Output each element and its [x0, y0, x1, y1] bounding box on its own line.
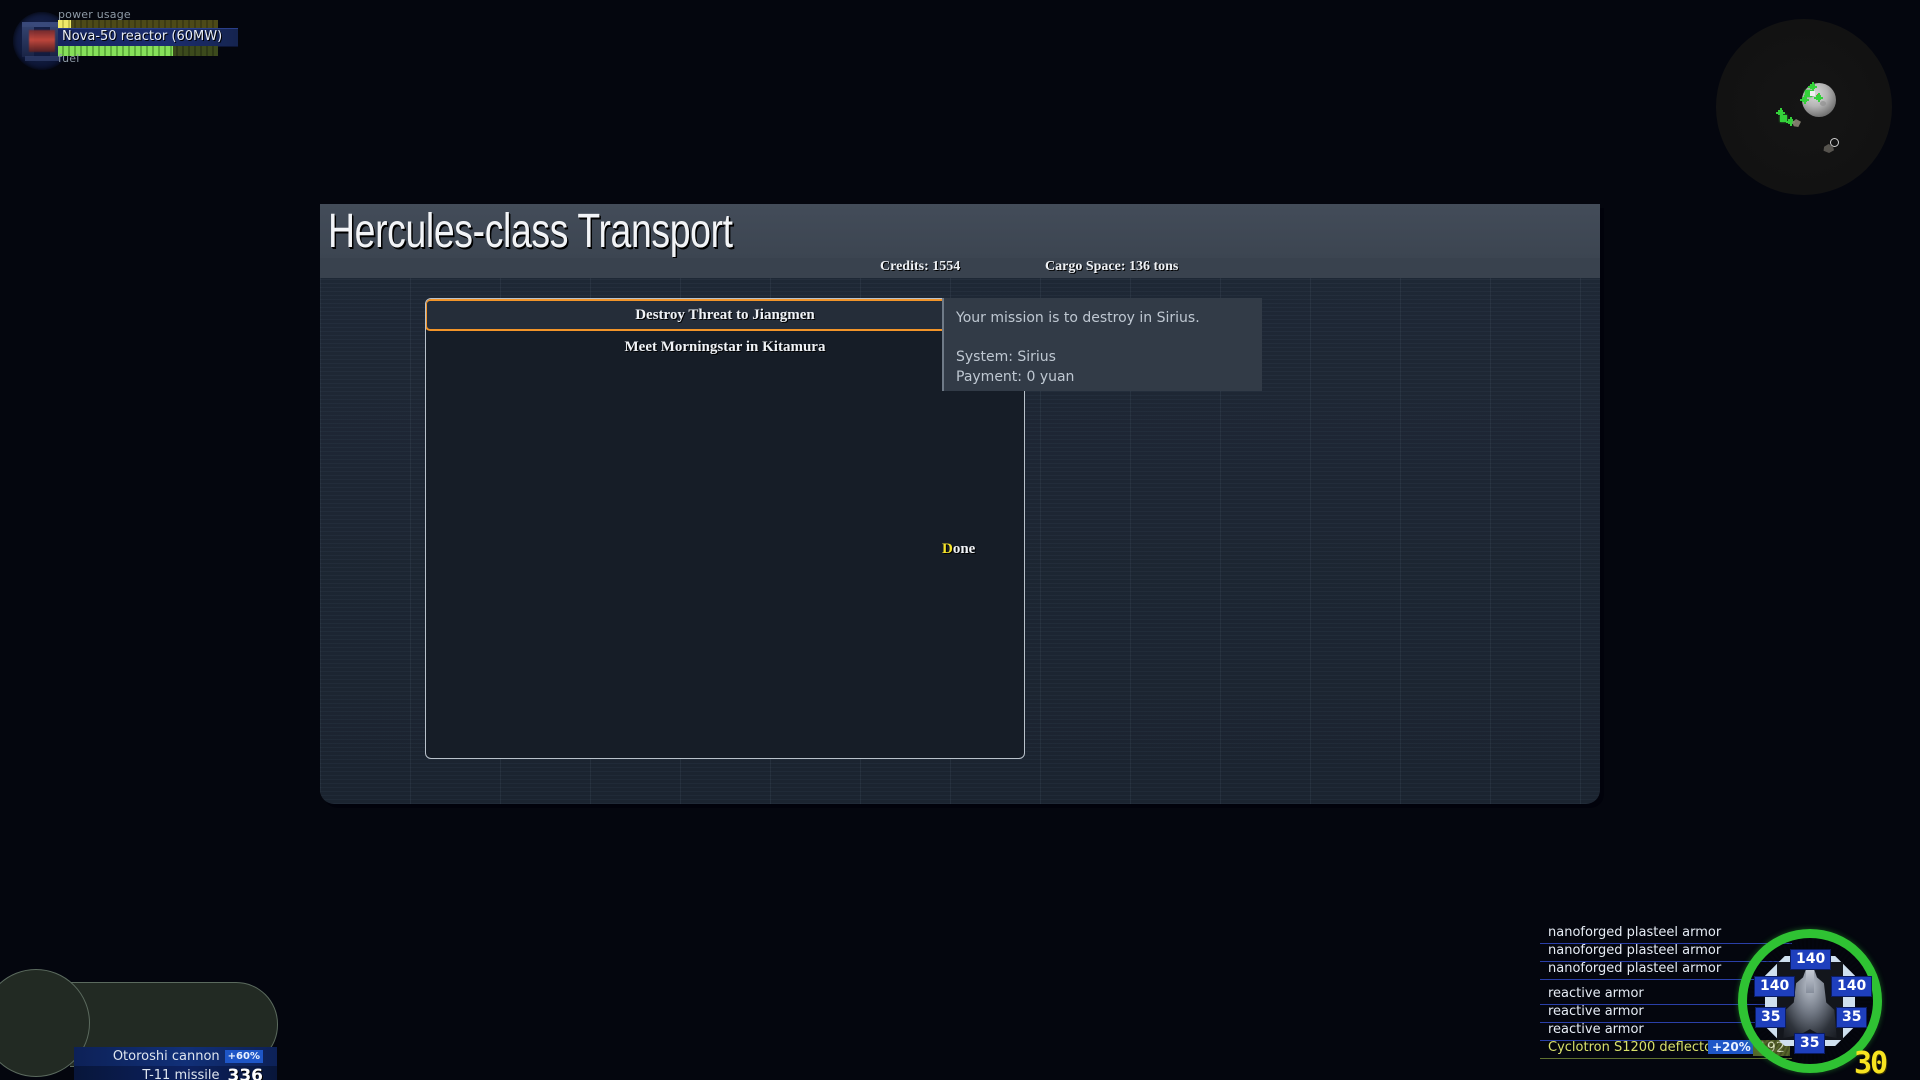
radar-blip-contact: [1776, 108, 1785, 117]
weapon-name: Otoroshi cannon: [112, 1049, 220, 1064]
mission-description-line: Your mission is to destroy in Sirius.: [956, 310, 1200, 326]
armor-slot-label: reactive armor: [1548, 1004, 1644, 1019]
armor-slot-label: reactive armor: [1548, 1022, 1644, 1037]
radar-blip-contact: [1800, 95, 1809, 104]
credits-readout: Credits: 1554: [880, 259, 961, 274]
mission-dialog: Hercules-class Transport Credits: 1554 C…: [320, 204, 1604, 808]
done-button[interactable]: Done: [942, 541, 975, 558]
mission-payment-line: Payment: 0 yuan: [956, 369, 1075, 385]
armor-slot-label: reactive armor: [1548, 986, 1644, 1001]
armor-value-rear: 35: [1795, 1034, 1825, 1053]
list-item[interactable]: Destroy Threat to Jiangmen: [426, 299, 1024, 331]
weapons-hud: Otoroshi cannon +60% T-11 missile 336: [0, 963, 312, 1080]
radar-blip-contact: [1808, 82, 1817, 91]
radar-blip-contact: [1814, 93, 1823, 102]
dialog-status-bar: Credits: 1554 Cargo Space: 136 tons: [320, 258, 1600, 278]
deflector-label: Cyclotron S1200 deflector: [1548, 1040, 1718, 1055]
radar-blip-contact: [1786, 117, 1795, 126]
armor-slot-label: nanoforged plasteel armor: [1548, 925, 1722, 940]
fuel-label: fuel: [58, 52, 80, 65]
weapon-name: T-11 missile: [142, 1068, 220, 1080]
mission-list[interactable]: Destroy Threat to Jiangmen Meet Mornings…: [425, 298, 1025, 759]
dialog-title-bar: Hercules-class Transport: [320, 204, 1600, 258]
list-item[interactable]: Meet Morningstar in Kitamura: [426, 331, 1024, 363]
mission-system-line: System: Sirius: [956, 349, 1056, 365]
page-title: Hercules-class Transport: [328, 205, 733, 258]
reactor-hud: power usage Nova-50 reactor (60MW) fuel: [0, 0, 300, 90]
weapon-bonus-badge: +60%: [224, 1050, 263, 1063]
reactor-name-label: Nova-50 reactor (60MW): [62, 29, 223, 44]
radar-scope[interactable]: [1716, 19, 1892, 195]
armor-value-left: 140: [1755, 977, 1795, 996]
armor-value-rear-left: 35: [1756, 1008, 1786, 1027]
weapon-slot[interactable]: Otoroshi cannon +60%: [74, 1047, 277, 1066]
fuel-bar: [58, 46, 218, 56]
armor-value-front: 140: [1791, 950, 1831, 969]
armor-slot-label: nanoforged plasteel armor: [1548, 943, 1722, 958]
weapon-slot[interactable]: T-11 missile 336: [74, 1066, 277, 1080]
speed-readout: 30: [1854, 1046, 1888, 1080]
weapon-ammo-count: 336: [227, 1065, 264, 1080]
dialog-body: Hercules-class Transport Credits: 1554 C…: [320, 204, 1600, 804]
game-screen: power usage Nova-50 reactor (60MW) fuel: [0, 0, 1920, 1080]
done-button-label: one: [952, 541, 976, 557]
done-button-hotkey: D: [942, 541, 953, 557]
radar-blip-station: [1810, 91, 1815, 96]
cargo-space-readout: Cargo Space: 136 tons: [1045, 259, 1179, 274]
armor-slot-label: nanoforged plasteel armor: [1548, 961, 1722, 976]
armor-value-right: 140: [1832, 977, 1872, 996]
mission-description-panel: Your mission is to destroy in Sirius. Sy…: [942, 298, 1262, 391]
armor-value-rear-right: 35: [1837, 1008, 1867, 1027]
